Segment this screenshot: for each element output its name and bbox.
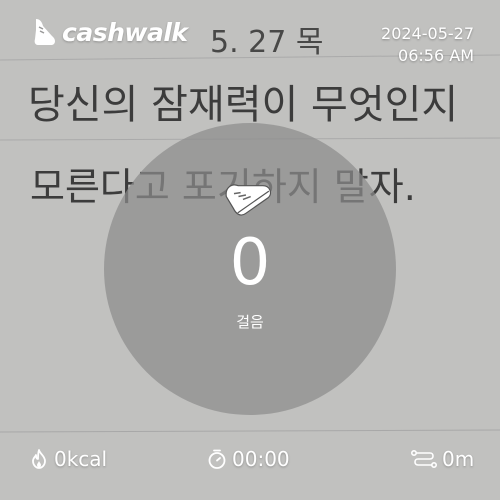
logo-text: cashwalk — [62, 17, 188, 47]
handwriting-line-2: 당신의 잠재력이 무엇인지 — [28, 82, 458, 128]
duration-stat: 00:00 — [206, 447, 290, 471]
calories-stat: 0kcal — [28, 447, 107, 471]
cashwalk-logo: cashwalk — [30, 16, 188, 48]
time-text: 06:56 AM — [398, 46, 474, 65]
calories-value: 0kcal — [54, 447, 108, 471]
date-text: 2024-05-27 — [381, 24, 474, 43]
step-count: 0 — [229, 226, 271, 300]
flame-icon — [32, 449, 46, 469]
shoe-icon — [225, 184, 272, 216]
logo-shoe-icon — [34, 19, 55, 45]
stopwatch-icon — [208, 449, 226, 469]
distance-stat: 0m — [410, 447, 474, 471]
duration-value: 00:00 — [232, 447, 290, 471]
distance-value: 0m — [442, 447, 475, 471]
date-time: 2024-05-27 06:56 AM — [381, 23, 474, 67]
route-icon — [410, 449, 437, 469]
step-count-label: 걸음 — [236, 313, 264, 331]
handwriting-line-1: 5. 27 목 — [210, 25, 323, 60]
